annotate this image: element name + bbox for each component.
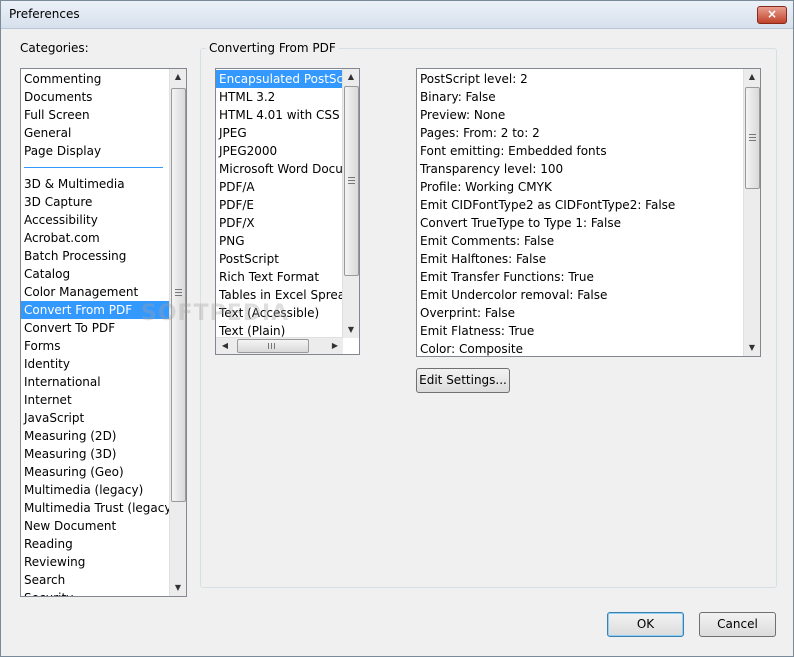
formats-items: Encapsulated PostScriptHTML 3.2HTML 4.01… — [216, 70, 342, 340]
setting-item[interactable]: Font emitting: Embedded fonts — [417, 142, 741, 160]
setting-item[interactable]: Preview: None — [417, 106, 741, 124]
category-item[interactable]: Accessibility — [21, 211, 169, 229]
scroll-up-icon[interactable]: ▲ — [170, 69, 186, 85]
format-item[interactable]: JPEG2000 — [216, 142, 342, 160]
format-item[interactable]: JPEG — [216, 124, 342, 142]
setting-item[interactable]: Profile: Working CMYK — [417, 178, 741, 196]
category-item[interactable]: Page Display — [21, 142, 169, 160]
preferences-window: Preferences × Categories: Commenting Docu… — [0, 0, 794, 657]
category-item[interactable]: 3D Capture — [21, 193, 169, 211]
hscroll-thumb[interactable] — [237, 339, 309, 353]
setting-item[interactable]: Emit Halftones: False — [417, 250, 741, 268]
category-item[interactable]: General — [21, 124, 169, 142]
scroll-up-icon[interactable]: ▲ — [744, 69, 760, 85]
format-item[interactable]: PostScript — [216, 250, 342, 268]
category-item[interactable]: Acrobat.com — [21, 229, 169, 247]
setting-item[interactable]: Color: Composite — [417, 340, 741, 356]
category-item[interactable]: Batch Processing — [21, 247, 169, 265]
settings-items: PostScript level: 2 Binary: False Preview:… — [417, 70, 741, 356]
category-item[interactable]: Catalog — [21, 265, 169, 283]
format-item[interactable]: Encapsulated PostScript — [216, 70, 342, 88]
category-item[interactable]: 3D & Multimedia — [21, 175, 169, 193]
setting-item[interactable]: Emit Comments: False — [417, 232, 741, 250]
setting-item[interactable]: Emit Transfer Functions: True — [417, 268, 741, 286]
category-item[interactable]: New Document — [21, 517, 169, 535]
format-item[interactable]: HTML 3.2 — [216, 88, 342, 106]
category-item[interactable]: Color Management — [21, 283, 169, 301]
setting-item[interactable]: Emit Undercolor removal: False — [417, 286, 741, 304]
formats-hscrollbar[interactable]: ◀ ▶ — [216, 337, 343, 354]
settings-scrollbar[interactable]: ▲ ▼ — [743, 69, 760, 356]
categories-list[interactable]: Commenting Documents Full Screen General Pag… — [20, 68, 187, 597]
category-item[interactable]: Reading — [21, 535, 169, 553]
format-item[interactable]: PDF/E — [216, 196, 342, 214]
category-item[interactable]: International — [21, 373, 169, 391]
window-title: Preferences — [9, 7, 80, 21]
scroll-thumb[interactable] — [171, 88, 186, 502]
category-item[interactable]: Measuring (Geo) — [21, 463, 169, 481]
category-item[interactable]: JavaScript — [21, 409, 169, 427]
watermark: SOFTPEDIA — [141, 301, 290, 326]
scroll-left-icon[interactable]: ◀ — [217, 338, 233, 354]
format-item[interactable]: HTML 4.01 with CSS 1.0 — [216, 106, 342, 124]
category-item[interactable]: Measuring (2D) — [21, 427, 169, 445]
cancel-button[interactable]: Cancel — [699, 612, 776, 637]
category-item[interactable]: Measuring (3D) — [21, 445, 169, 463]
category-item[interactable]: Reviewing — [21, 553, 169, 571]
scroll-thumb[interactable] — [745, 87, 760, 189]
format-item[interactable]: PNG — [216, 232, 342, 250]
category-item[interactable]: Internet — [21, 391, 169, 409]
category-item[interactable]: Multimedia (legacy) — [21, 481, 169, 499]
setting-item[interactable]: PostScript level: 2 — [417, 70, 741, 88]
scroll-up-icon[interactable]: ▲ — [343, 69, 359, 85]
scroll-down-icon[interactable]: ▼ — [343, 322, 359, 338]
scroll-down-icon[interactable]: ▼ — [744, 340, 760, 356]
setting-item[interactable]: Transparency level: 100 — [417, 160, 741, 178]
category-item[interactable]: Full Screen — [21, 106, 169, 124]
formats-vscrollbar[interactable]: ▲ ▼ — [342, 69, 359, 338]
format-item[interactable]: PDF/A — [216, 178, 342, 196]
ok-button[interactable]: OK — [607, 612, 684, 637]
setting-item[interactable]: Pages: From: 2 to: 2 — [417, 124, 741, 142]
category-item[interactable]: Documents — [21, 88, 169, 106]
categories-label: Categories: — [20, 41, 89, 55]
category-item[interactable]: Search — [21, 571, 169, 589]
category-item[interactable]: Commenting — [21, 70, 169, 88]
category-separator — [24, 167, 163, 168]
setting-item[interactable]: Binary: False — [417, 88, 741, 106]
category-item[interactable]: Forms — [21, 337, 169, 355]
scroll-right-icon[interactable]: ▶ — [327, 338, 343, 354]
scroll-down-icon[interactable]: ▼ — [170, 580, 186, 596]
format-item[interactable]: Rich Text Format — [216, 268, 342, 286]
close-icon[interactable]: × — [757, 6, 787, 24]
format-item[interactable]: PDF/X — [216, 214, 342, 232]
settings-list[interactable]: PostScript level: 2 Binary: False Preview:… — [416, 68, 761, 357]
edit-settings-button[interactable]: Edit Settings... — [416, 368, 510, 393]
setting-item[interactable]: Convert TrueType to Type 1: False — [417, 214, 741, 232]
scroll-thumb[interactable] — [344, 86, 359, 276]
categories-items: Commenting Documents Full Screen General Pag… — [21, 70, 169, 596]
title-bar[interactable]: Preferences × — [1, 1, 793, 29]
categories-scrollbar[interactable]: ▲ ▼ — [169, 69, 186, 596]
category-item[interactable]: Multimedia Trust (legacy) — [21, 499, 169, 517]
format-item[interactable]: Microsoft Word Document — [216, 160, 342, 178]
setting-item[interactable]: Emit Flatness: True — [417, 322, 741, 340]
category-item[interactable]: Identity — [21, 355, 169, 373]
setting-item[interactable]: Overprint: False — [417, 304, 741, 322]
setting-item[interactable]: Emit CIDFontType2 as CIDFontType2: False — [417, 196, 741, 214]
category-item[interactable]: Security — [21, 589, 169, 596]
section-title: Converting From PDF — [206, 41, 339, 55]
